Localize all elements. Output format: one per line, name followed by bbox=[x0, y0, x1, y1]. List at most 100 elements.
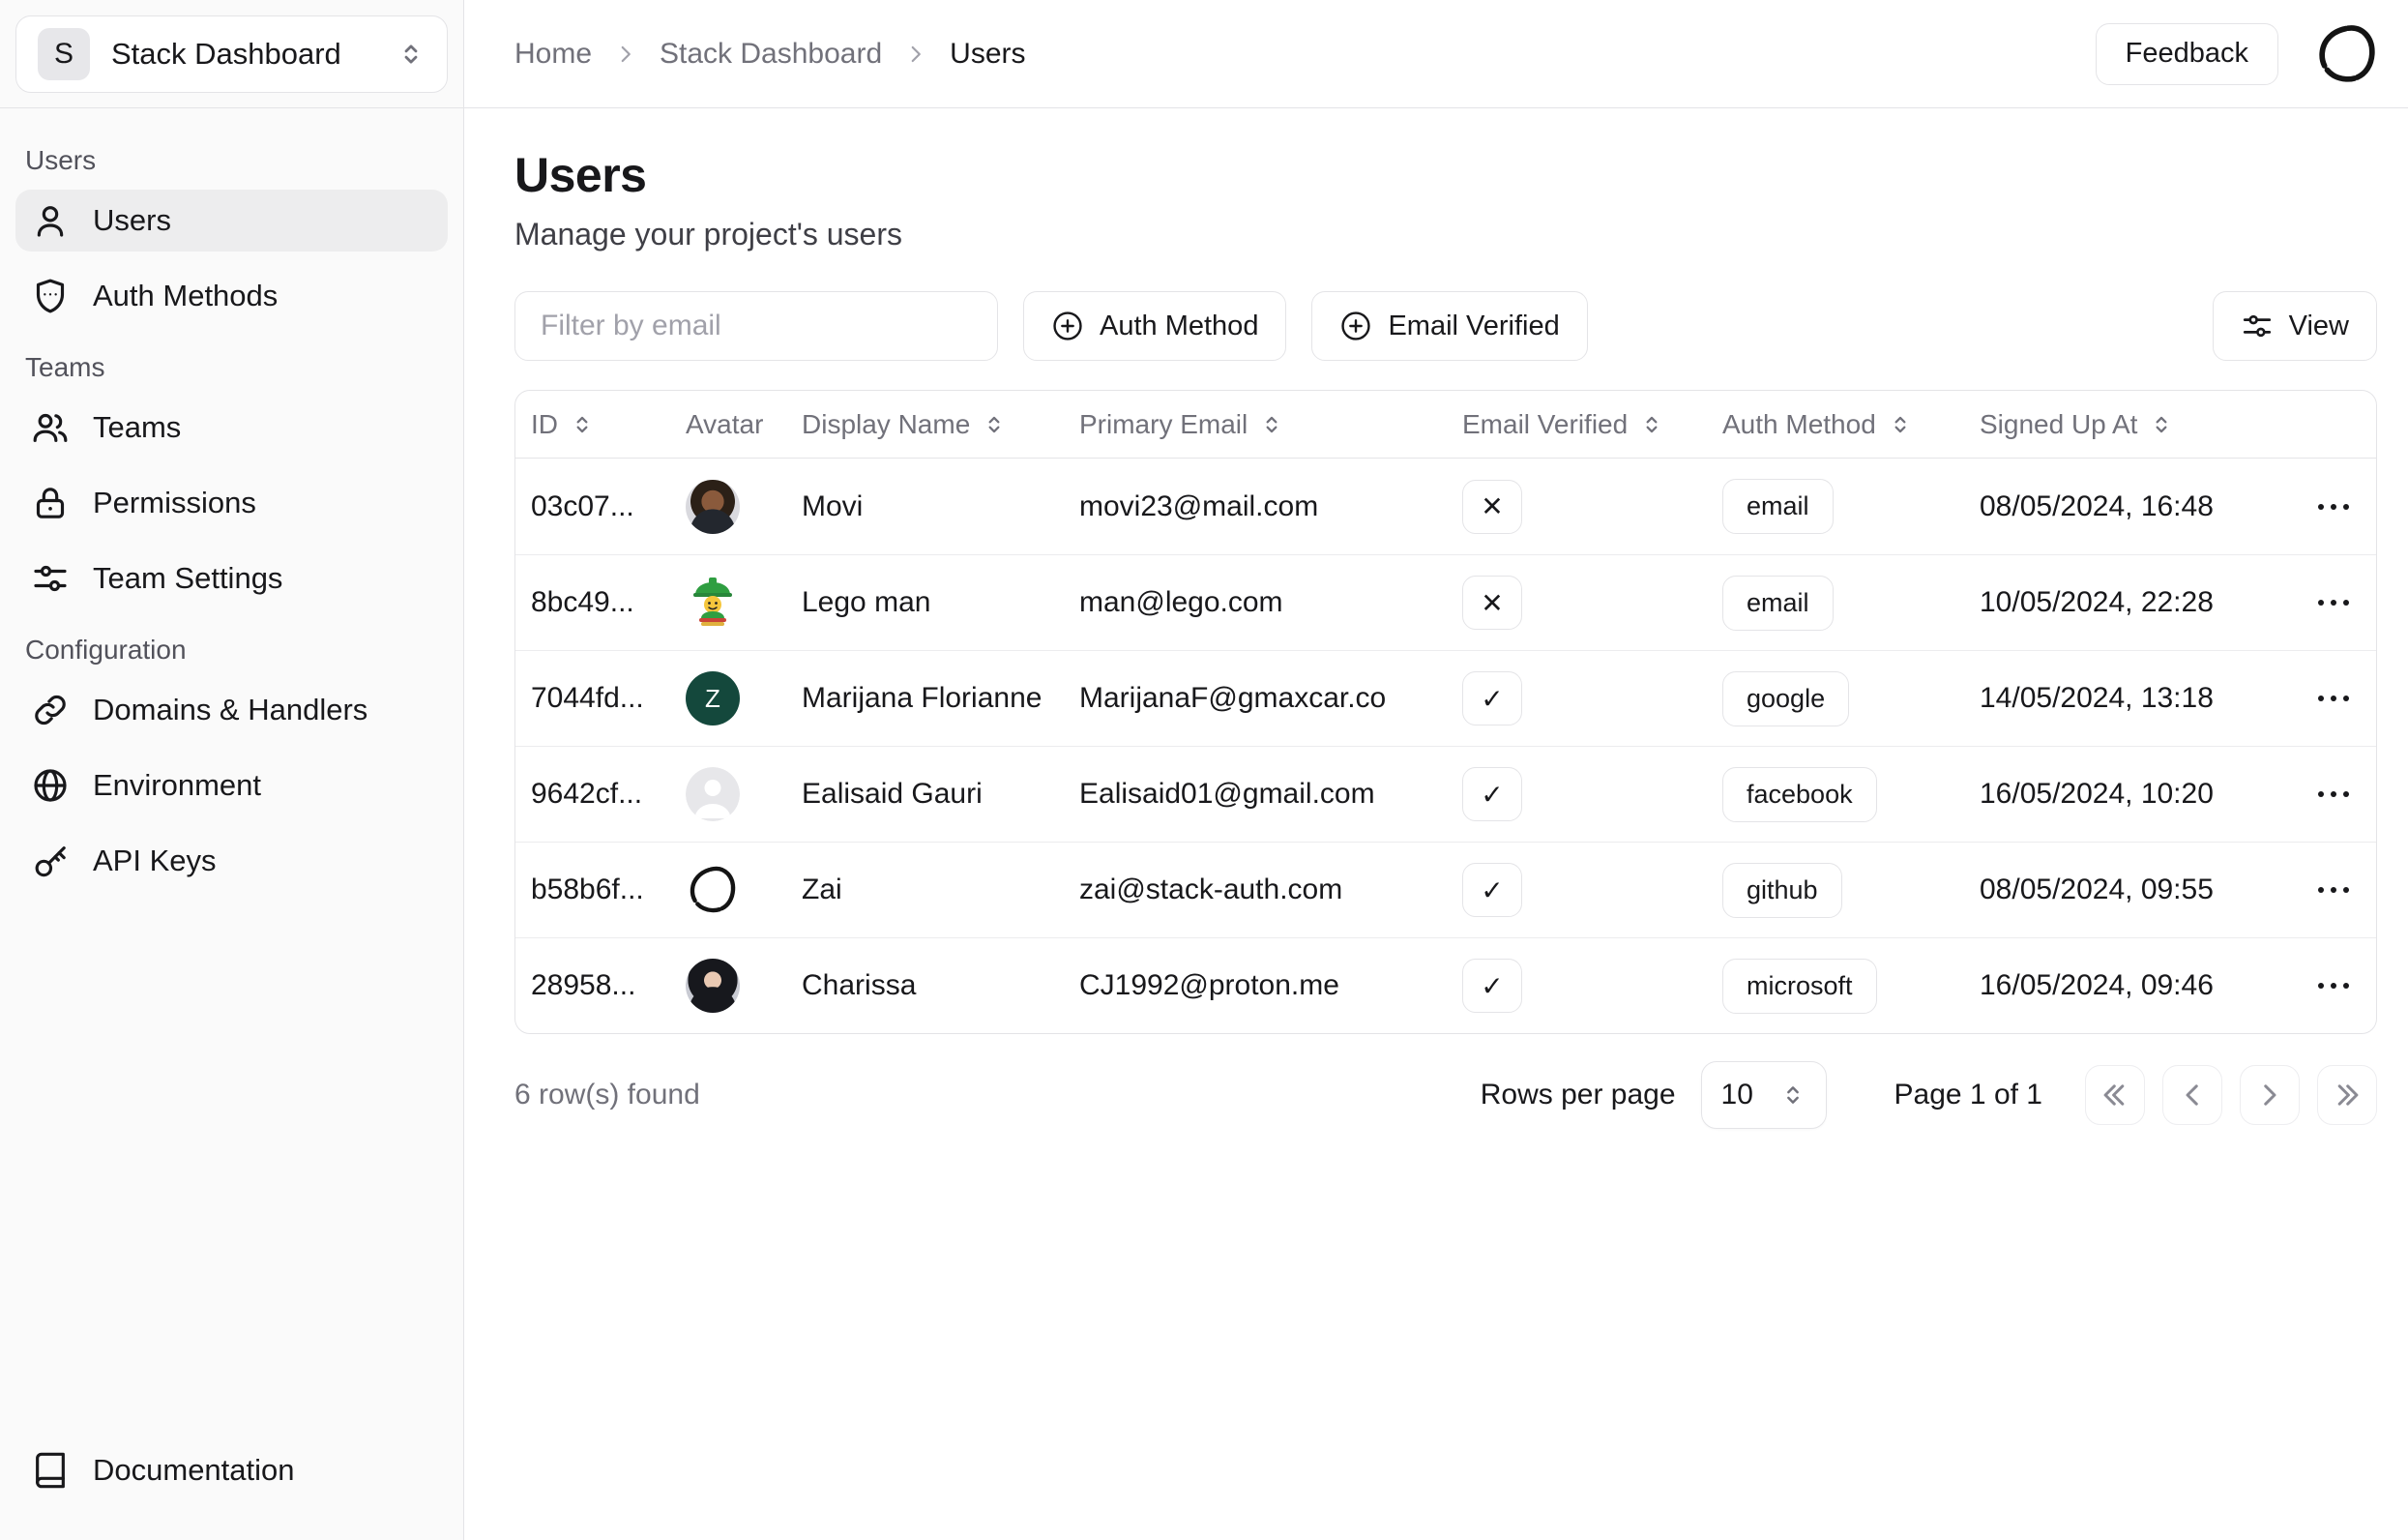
sort-icon bbox=[988, 416, 1000, 432]
sidebar-item-team-settings[interactable]: Team Settings bbox=[15, 548, 448, 609]
cell-primary-email: CJ1992@proton.me bbox=[1079, 969, 1339, 1001]
auth-method-badge: facebook bbox=[1722, 766, 1877, 822]
globe-icon bbox=[31, 766, 70, 805]
cell-primary-email: MarijanaF@gmaxcar.co bbox=[1079, 682, 1387, 714]
filter-toolbar: Auth Method Email Verified View bbox=[514, 291, 2377, 361]
sidebar-item-api-keys[interactable]: API Keys bbox=[15, 830, 448, 892]
topbar-right: Feedback bbox=[2095, 22, 2379, 86]
chevron-left-icon bbox=[2186, 1084, 2198, 1106]
column-header-avatar: Avatar bbox=[686, 409, 802, 440]
row-actions-menu-button[interactable] bbox=[2312, 874, 2355, 906]
column-header-label: Email Verified bbox=[1462, 408, 1629, 439]
cell-display-name: Ealisaid Gauri bbox=[802, 778, 983, 810]
sliders-icon bbox=[31, 559, 70, 598]
column-header-signed-up-at[interactable]: Signed Up At bbox=[1980, 409, 2291, 440]
cell-display-name: Lego man bbox=[802, 586, 931, 618]
cell-display-name: Marijana Florianne bbox=[802, 682, 1042, 714]
previous-page-button[interactable] bbox=[2162, 1065, 2222, 1125]
email-verified-badge: ✕ bbox=[1462, 479, 1522, 534]
rows-per-page-label: Rows per page bbox=[1480, 1079, 1676, 1111]
email-verified-badge: ✓ bbox=[1462, 863, 1522, 917]
cell-signed-up-at: 08/05/2024, 09:55 bbox=[1980, 874, 2214, 905]
project-logo: S bbox=[38, 27, 90, 80]
table-header-row: ID Avatar Display Name Primary Email Ema… bbox=[515, 391, 2376, 459]
user-avatar bbox=[686, 479, 802, 534]
column-header-id[interactable]: ID bbox=[531, 409, 686, 440]
sidebar-item-domains-handlers[interactable]: Domains & Handlers bbox=[15, 679, 448, 741]
cell-user-id: 8bc49... bbox=[531, 586, 634, 618]
sidebar-section-label-teams: Teams bbox=[25, 352, 105, 382]
sidebar-item-label: Domains & Handlers bbox=[93, 693, 368, 726]
sidebar-item-auth-methods[interactable]: Auth Methods bbox=[15, 265, 448, 327]
table-body: 03c07... Movi movi23@mail.com ✕ email 08… bbox=[515, 459, 2376, 1033]
sidebar-item-permissions[interactable]: Permissions bbox=[15, 472, 448, 534]
first-page-button[interactable] bbox=[2085, 1065, 2145, 1125]
column-header-email-verified[interactable]: Email Verified bbox=[1462, 409, 1722, 440]
user-avatar bbox=[686, 863, 802, 917]
sidebar-item-environment[interactable]: Environment bbox=[15, 755, 448, 816]
sidebar-item-users[interactable]: Users bbox=[15, 190, 448, 252]
table-row[interactable]: 7044fd... Z Marijana Florianne MarijanaF… bbox=[515, 650, 2376, 746]
email-verified-filter-button[interactable]: Email Verified bbox=[1311, 291, 1588, 361]
sidebar-header: S Stack Dashboard bbox=[0, 0, 463, 108]
auth-method-filter-button[interactable]: Auth Method bbox=[1023, 291, 1287, 361]
auth-method-badge: email bbox=[1722, 479, 1834, 534]
table-row[interactable]: 9642cf... Ealisaid Gauri Ealisaid01@gmai… bbox=[515, 746, 2376, 842]
breadcrumb-home[interactable]: Home bbox=[514, 38, 592, 71]
sidebar-item-label: API Keys bbox=[93, 844, 217, 877]
table-row[interactable]: 8bc49... Lego man man@lego.com ✕ email 1… bbox=[515, 554, 2376, 650]
last-page-button[interactable] bbox=[2317, 1065, 2377, 1125]
row-actions-menu-button[interactable] bbox=[2312, 682, 2355, 715]
email-verified-badge: ✓ bbox=[1462, 959, 1522, 1013]
row-actions-menu-button[interactable] bbox=[2312, 778, 2355, 811]
table-row[interactable]: 28958... Charissa CJ1992@proton.me ✓ mic… bbox=[515, 937, 2376, 1033]
sidebar-nav: Users Users Auth Methods Teams Teams Per… bbox=[0, 108, 463, 1430]
sidebar-item-label: Teams bbox=[93, 410, 182, 444]
table-row[interactable]: 03c07... Movi movi23@mail.com ✕ email 08… bbox=[515, 459, 2376, 554]
breadcrumb-project[interactable]: Stack Dashboard bbox=[660, 38, 882, 71]
chevron-right-icon bbox=[911, 45, 922, 62]
cell-display-name: Charissa bbox=[802, 969, 917, 1001]
sidebar-section-label-users: Users bbox=[25, 145, 97, 175]
cell-signed-up-at: 10/05/2024, 22:28 bbox=[1980, 586, 2214, 618]
people-icon bbox=[31, 408, 70, 447]
cell-signed-up-at: 14/05/2024, 13:18 bbox=[1980, 682, 2214, 714]
column-header-primary-email[interactable]: Primary Email bbox=[1079, 409, 1462, 440]
sliders-icon bbox=[2243, 314, 2271, 338]
filter-email-input[interactable] bbox=[514, 291, 998, 361]
chevron-up-down-icon bbox=[404, 44, 418, 63]
table-row[interactable]: b58b6f... Zai zai@stack-auth.com ✓ githu… bbox=[515, 842, 2376, 937]
sort-icon bbox=[1894, 416, 1906, 432]
sidebar-item-label: Documentation bbox=[93, 1453, 295, 1487]
chevron-right-icon bbox=[621, 45, 631, 62]
column-header-display-name[interactable]: Display Name bbox=[802, 409, 1079, 440]
project-switcher[interactable]: S Stack Dashboard bbox=[15, 15, 448, 93]
feedback-button[interactable]: Feedback bbox=[2095, 22, 2278, 85]
row-actions-menu-button[interactable] bbox=[2312, 969, 2355, 1002]
cell-signed-up-at: 16/05/2024, 10:20 bbox=[1980, 778, 2214, 810]
user-avatar bbox=[686, 959, 802, 1013]
view-options-button[interactable]: View bbox=[2212, 291, 2377, 361]
chevron-right-icon bbox=[2264, 1084, 2276, 1106]
row-actions-menu-button[interactable] bbox=[2312, 586, 2355, 619]
next-page-button[interactable] bbox=[2240, 1065, 2300, 1125]
page-subtitle: Manage your project's users bbox=[514, 217, 902, 252]
email-verified-badge: ✓ bbox=[1462, 767, 1522, 821]
sidebar-item-documentation[interactable]: Documentation bbox=[15, 1439, 448, 1501]
auth-method-badge: email bbox=[1722, 575, 1834, 631]
column-header-label: Auth Method bbox=[1722, 408, 1876, 439]
sidebar-item-teams[interactable]: Teams bbox=[15, 397, 448, 459]
email-verified-badge: ✕ bbox=[1462, 576, 1522, 630]
shield-icon bbox=[31, 277, 70, 315]
row-actions-menu-button[interactable] bbox=[2312, 490, 2355, 523]
column-header-auth-method[interactable]: Auth Method bbox=[1722, 409, 1980, 440]
cell-primary-email: Ealisaid01@gmail.com bbox=[1079, 778, 1375, 810]
account-avatar-button[interactable] bbox=[2315, 22, 2379, 86]
sidebar-item-label: Environment bbox=[93, 768, 262, 802]
email-verified-filter-label: Email Verified bbox=[1388, 310, 1560, 341]
plus-circle-icon bbox=[1053, 311, 1082, 341]
column-header-label: Primary Email bbox=[1079, 408, 1248, 439]
rows-per-page-select[interactable]: 10 bbox=[1700, 1061, 1827, 1129]
sort-icon bbox=[1646, 416, 1658, 432]
table-footer: 6 row(s) found Rows per page 10 Page 1 o… bbox=[514, 1061, 2377, 1129]
